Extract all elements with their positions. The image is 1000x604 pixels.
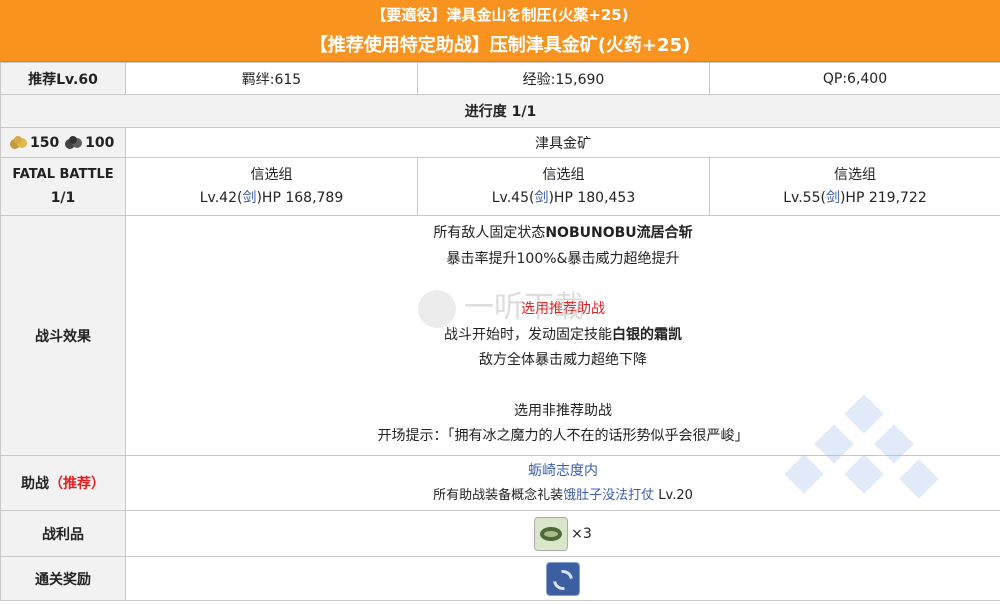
drops-content: ×3 bbox=[125, 510, 1000, 557]
enemy-name: 信选组 bbox=[542, 166, 585, 183]
ce-link[interactable]: 饿肚子没法打仗 bbox=[563, 488, 654, 503]
support-content: 蛎崎志度内 所有助战装备概念礼装饿肚子没法打仗 Lv.20 bbox=[125, 455, 1000, 511]
enemy-stats: Lv.55(剑)HP 219,722 bbox=[783, 189, 927, 206]
effect-line-4: 战斗开始时，发动固定技能白银的霜凯 bbox=[444, 326, 682, 343]
class-link-saber[interactable]: 剑 bbox=[242, 190, 256, 206]
enemy-1: 信选组 Lv.42(剑)HP 168,789 bbox=[125, 157, 418, 216]
enemy-stats: Lv.42(剑)HP 168,789 bbox=[199, 189, 344, 206]
bond-reward: 羁绊:615 bbox=[125, 62, 418, 95]
progress-row: 进行度 1/1 bbox=[0, 94, 1000, 128]
progress-text: 进行度 1/1 bbox=[0, 94, 1000, 128]
rewards-row: 推荐Lv.60 羁绊:615 经验:15,690 QP:6,400 bbox=[0, 62, 1000, 95]
effects-label: 战斗效果 bbox=[0, 215, 126, 456]
enemy-2: 信选组 Lv.45(剑)HP 180,453 bbox=[417, 157, 710, 216]
support-row: 助战（推荐） 蛎崎志度内 所有助战装备概念礼装饿肚子没法打仗 Lv.20 bbox=[0, 455, 1000, 511]
enemy-name: 信选组 bbox=[834, 166, 876, 183]
ap-value-1: 150 bbox=[30, 134, 60, 151]
qp-reward: QP:6,400 bbox=[709, 62, 1000, 95]
black-ore-icon bbox=[65, 135, 83, 149]
blade-item-icon[interactable] bbox=[546, 561, 580, 596]
ap-cost: 150 100 bbox=[0, 127, 126, 158]
effect-non-recommended-support: 选用非推荐助战 bbox=[514, 402, 612, 419]
class-link-saber[interactable]: 剑 bbox=[534, 190, 548, 206]
exp-reward: 经验:15,690 bbox=[417, 62, 710, 95]
effect-opening-hint: 开场提示：「拥有冰之魔力的人不在的话形势似乎会很严峻」 bbox=[377, 428, 749, 445]
ap-value-2: 100 bbox=[85, 134, 115, 151]
support-ce-text: 所有助战装备概念礼装饿肚子没法打仗 Lv.20 bbox=[433, 487, 693, 503]
clear-reward-label: 通关奖励 bbox=[0, 556, 126, 601]
gold-ore-icon bbox=[10, 135, 27, 149]
quest-title-jp: 【要適役】津具金山を制圧(火薬+25) bbox=[371, 6, 629, 24]
enemy-stats: Lv.45(剑)HP 180,453 bbox=[491, 189, 636, 206]
effects-content: 所有敌人固定状态NOBUNOBU流居合斩 暴击率提升100%&暴击威力超绝提升 … bbox=[125, 215, 1000, 456]
ring-item-icon[interactable] bbox=[534, 516, 569, 551]
fatal-battle-text: FATAL BATTLE bbox=[12, 166, 114, 182]
clear-reward-content bbox=[125, 556, 1000, 601]
quest-title-cn: 【推荐使用特定助战】压制津具金矿(火药+25) bbox=[309, 35, 691, 56]
fatal-battle-count: 1/1 bbox=[50, 189, 76, 206]
effect-line-5: 敌方全体暴击威力超绝下降 bbox=[479, 352, 647, 369]
drops-label: 战利品 bbox=[0, 510, 126, 557]
ap-row: 150 100 津具金矿 bbox=[0, 127, 1000, 158]
support-label: 助战（推荐） bbox=[0, 455, 126, 511]
stage-name: 津具金矿 bbox=[125, 127, 1000, 158]
enemy-name: 信选组 bbox=[250, 166, 293, 183]
fatal-battle-label: FATAL BATTLE 1/1 bbox=[0, 157, 126, 216]
quest-page: 【要適役】津具金山を制圧(火薬+25) 【推荐使用特定助战】压制津具金矿(火药+… bbox=[0, 0, 1000, 604]
quest-table: 推荐Lv.60 羁绊:615 经验:15,690 QP:6,400 进行度 1/… bbox=[0, 62, 1000, 601]
support-servant-link[interactable]: 蛎崎志度内 bbox=[528, 463, 598, 479]
effect-line-1: 所有敌人固定状态NOBUNOBU流居合斩 bbox=[433, 225, 693, 242]
enemy-3: 信选组 Lv.55(剑)HP 219,722 bbox=[709, 157, 1000, 216]
effect-recommended-support: 选用推荐助战 bbox=[521, 301, 605, 318]
effects-row: 战斗效果 所有敌人固定状态NOBUNOBU流居合斩 暴击率提升100%&暴击威力… bbox=[0, 215, 1000, 456]
clear-reward-row: 通关奖励 bbox=[0, 556, 1000, 601]
drop-quantity: ×3 bbox=[571, 525, 592, 542]
recommended-level: 推荐Lv.60 bbox=[0, 62, 126, 95]
class-link-saber[interactable]: 剑 bbox=[826, 190, 840, 206]
enemy-row: FATAL BATTLE 1/1 信选组 Lv.42(剑)HP 168,789 … bbox=[0, 157, 1000, 216]
effect-line-2: 暴击率提升100%&暴击威力超绝提升 bbox=[446, 250, 680, 267]
drops-row: 战利品 ×3 bbox=[0, 510, 1000, 557]
quest-header: 【要適役】津具金山を制圧(火薬+25) 【推荐使用特定助战】压制津具金矿(火药+… bbox=[0, 0, 1000, 62]
